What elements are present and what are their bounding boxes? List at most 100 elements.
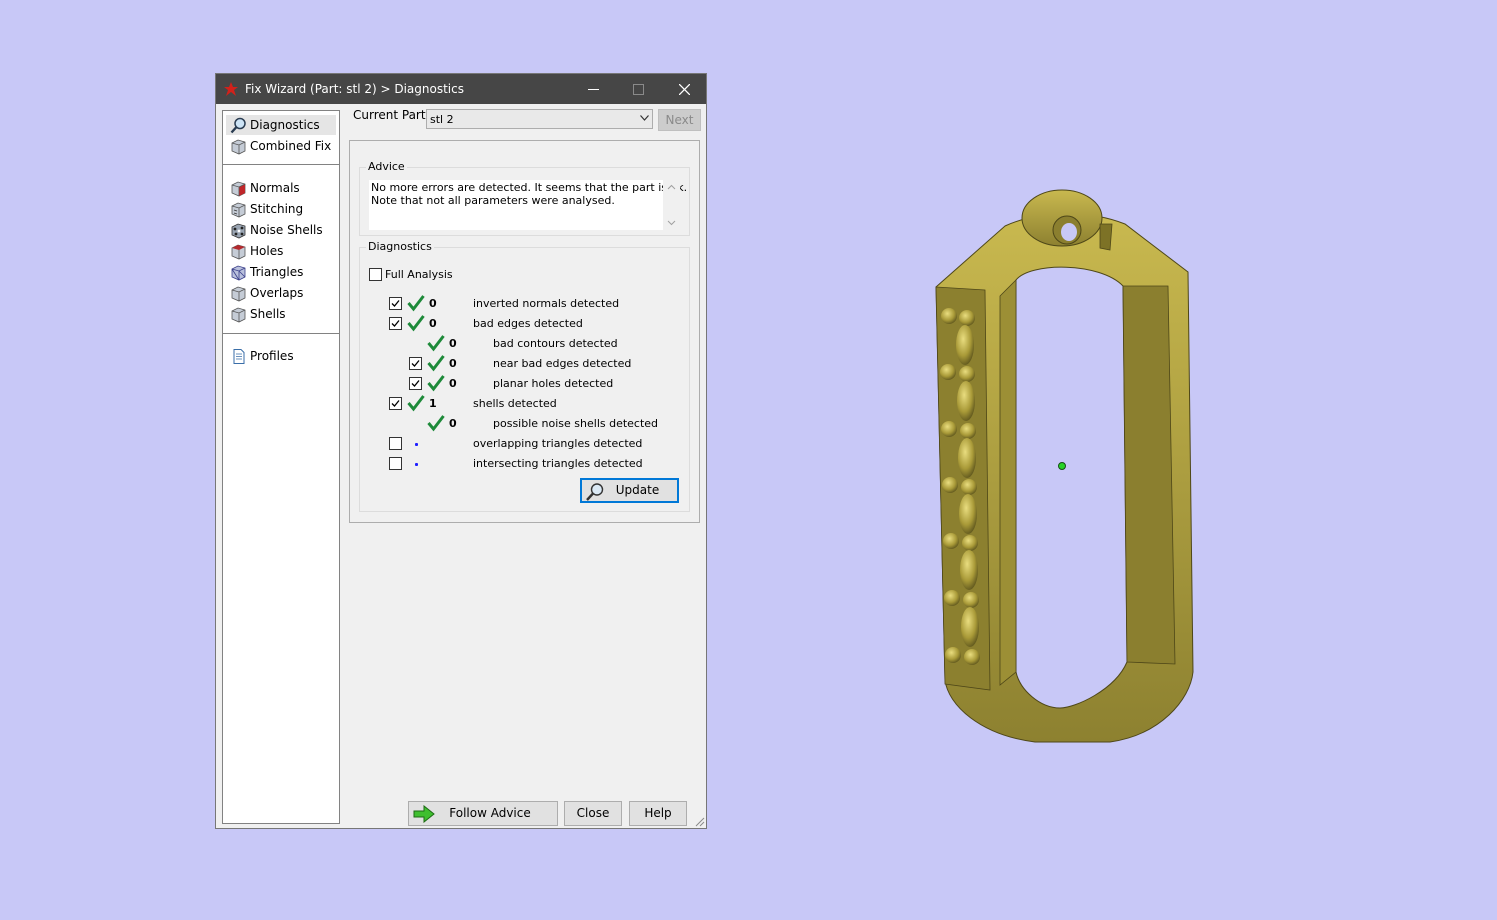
sidebar-item-label: Shells [250,307,286,321]
sidebar-item-label: Normals [250,181,300,195]
follow-advice-button[interactable]: Follow Advice [408,801,558,826]
sidebar-item-overlaps[interactable]: Overlaps [226,283,336,303]
intersecting-triangles-label: intersecting triangles detected [473,457,643,470]
inverted-normals-count: 0 [429,297,437,310]
document-icon [233,349,245,364]
full-analysis-label: Full Analysis [385,268,453,281]
update-label: Update [615,483,660,497]
shells-checkbox[interactable] [389,397,402,410]
green-check-icon [407,395,425,412]
green-check-icon [427,355,445,372]
near-bad-edges-checkbox[interactable] [409,357,422,370]
noise-shells-count: 0 [449,417,457,430]
diagnostics-group: Diagnostics Full Analysis 0 inverted nor… [359,240,690,512]
update-button[interactable]: Update [580,478,679,503]
app-icon [224,82,238,96]
planar-holes-checkbox[interactable] [409,377,422,390]
advice-heading: Advice [366,160,407,173]
close-window-button[interactable] [662,74,707,104]
sidebar-item-normals[interactable]: Normals [226,178,336,198]
shells-count: 1 [429,397,437,410]
pending-dot-icon [415,463,418,466]
close-icon [679,84,690,95]
sidebar-item-combined-fix[interactable]: Combined Fix [226,136,336,156]
bad-contours-label: bad contours detected [493,337,618,350]
cube-icon [231,139,246,155]
inverted-normals-label: inverted normals detected [473,297,620,310]
diagnostics-heading: Diagnostics [366,240,434,253]
sidebar-item-holes[interactable]: Holes [226,241,336,261]
shells-cube-icon [231,307,246,323]
intersecting-triangles-checkbox[interactable] [389,457,402,470]
sidebar-item-profiles[interactable]: Profiles [226,346,336,366]
green-check-icon [407,295,425,312]
stitching-cube-icon [231,202,246,218]
planar-holes-count: 0 [449,377,457,390]
chevron-down-icon [640,115,649,121]
pivot-point-marker[interactable] [1058,462,1066,470]
triangles-icon [231,265,246,281]
green-check-icon [407,315,425,332]
overlapping-triangles-label: overlapping triangles detected [473,437,643,450]
advice-group: Advice No more errors are detected. It s… [359,160,690,236]
magnifier-icon [586,483,604,501]
pending-dot-icon [415,443,418,446]
fix-wizard-window: Fix Wizard (Part: stl 2) > Diagnostics D… [215,73,707,829]
green-check-icon [427,415,445,432]
sidebar-item-triangles[interactable]: Triangles [226,262,336,282]
magnifier-icon [230,117,246,134]
inverted-normals-checkbox[interactable] [389,297,402,310]
sidebar-divider [223,333,339,334]
next-button[interactable]: Next [658,109,701,131]
close-button[interactable]: Close [564,801,622,826]
bad-contours-count: 0 [449,337,457,350]
sidebar-divider [223,164,339,165]
green-arrow-right-icon [413,805,435,823]
help-button[interactable]: Help [629,801,687,826]
advice-text: No more errors are detected. It seems th… [371,181,687,207]
sidebar-item-label: Stitching [250,202,304,216]
minimize-button[interactable] [571,74,616,104]
current-part-select[interactable]: stl 2 [426,109,653,129]
holes-cube-icon [231,244,246,260]
normals-cube-icon [231,181,246,197]
full-analysis-checkbox[interactable] [369,268,382,281]
overlapping-triangles-checkbox[interactable] [389,437,402,450]
sidebar-item-label: Profiles [250,349,294,363]
minimize-icon [588,89,599,90]
scroll-arrows-icon [667,184,676,226]
resize-grip-icon[interactable] [695,817,705,827]
maximize-button[interactable] [616,74,661,104]
current-part-label: Current Part: [353,108,430,122]
window-title: Fix Wizard (Part: stl 2) > Diagnostics [245,82,464,96]
title-bar[interactable]: Fix Wizard (Part: stl 2) > Diagnostics [216,74,706,104]
overlaps-cube-icon [231,286,246,302]
sidebar-item-label: Overlaps [250,286,304,300]
shells-label: shells detected [473,397,557,410]
near-bad-edges-count: 0 [449,357,457,370]
sidebar-item-label: Diagnostics [250,118,320,132]
green-check-icon [427,335,445,352]
sidebar-item-label: Combined Fix [250,139,332,153]
near-bad-edges-label: near bad edges detected [493,357,632,370]
sidebar-item-label: Triangles [250,265,304,279]
advice-textbox[interactable]: No more errors are detected. It seems th… [369,180,687,230]
sidebar-item-noise-shells[interactable]: Noise Shells [226,220,336,240]
bad-edges-count: 0 [429,317,437,330]
planar-holes-label: planar holes detected [493,377,614,390]
noise-shells-label: possible noise shells detected [493,417,659,430]
current-part-value: stl 2 [430,113,454,126]
bad-edges-label: bad edges detected [473,317,583,330]
wizard-sidebar: Diagnostics Combined Fix Normals Stitchi… [222,110,340,824]
sidebar-item-shells[interactable]: Shells [226,304,336,324]
sidebar-item-stitching[interactable]: Stitching [226,199,336,219]
bad-edges-checkbox[interactable] [389,317,402,330]
sidebar-item-label: Holes [250,244,284,258]
noise-shells-icon [231,223,246,239]
sidebar-item-diagnostics[interactable]: Diagnostics [226,115,336,135]
diagnostics-panel: Advice No more errors are detected. It s… [349,140,700,523]
maximize-icon [633,84,644,95]
follow-advice-label: Follow Advice [449,806,531,820]
advice-scrollbar[interactable] [663,180,680,230]
green-check-icon [427,375,445,392]
